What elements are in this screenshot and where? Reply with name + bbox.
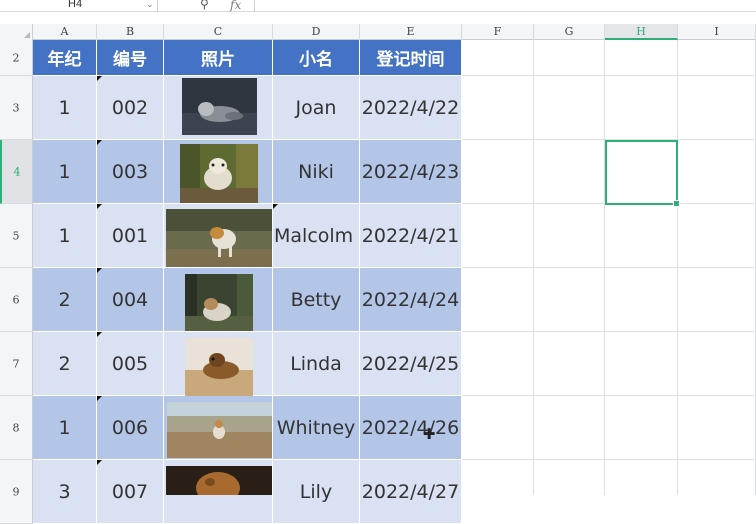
header-name[interactable]: 小名 (273, 40, 360, 76)
row-header-4[interactable]: 4 (0, 140, 33, 204)
comment-marker (97, 140, 102, 145)
cell-name[interactable]: Malcolm (273, 204, 360, 268)
cell-name[interactable]: Whitney (273, 396, 360, 460)
cell-grade[interactable]: 2 (33, 268, 97, 332)
row-header-7[interactable]: 7 (0, 332, 33, 396)
cell-select-cursor-icon: ✚ (422, 426, 436, 443)
cell-grade[interactable]: 1 (33, 140, 97, 204)
comment-marker (97, 460, 102, 465)
row-header-6[interactable]: 6 (0, 268, 33, 332)
column-header-g[interactable]: G (534, 24, 605, 40)
dog-photo-whitney[interactable] (167, 402, 272, 458)
row-header-8[interactable]: 8 (0, 396, 33, 460)
column-header-i[interactable]: I (678, 24, 756, 40)
fx-label[interactable]: fx (230, 0, 241, 12)
row-header-9[interactable]: 9 (0, 460, 33, 524)
comment-marker (97, 332, 102, 337)
comment-marker (97, 396, 102, 401)
dog-photo-lily[interactable] (166, 466, 272, 495)
cell-grade[interactable]: 3 (33, 460, 97, 524)
fill-handle[interactable] (673, 200, 680, 207)
column-header-b[interactable]: B (97, 24, 164, 40)
column-header-e[interactable]: E (360, 24, 462, 40)
dog-photo-joan[interactable] (182, 78, 257, 135)
active-cell-selection[interactable] (605, 140, 680, 207)
cell-id[interactable]: 005 (97, 332, 164, 396)
column-header-h[interactable]: H (605, 24, 678, 40)
cell-id[interactable]: 006 (97, 396, 164, 460)
dog-photo-linda[interactable] (185, 338, 253, 396)
cell-date[interactable]: 2022/4/23 (360, 140, 462, 204)
dog-photo-niki[interactable] (180, 144, 258, 203)
header-photo[interactable]: 照片 (164, 40, 273, 76)
cell-name[interactable]: Niki (273, 140, 360, 204)
cell-grade[interactable]: 1 (33, 76, 97, 140)
magnifier-icon[interactable]: ⚲ (200, 0, 216, 11)
row-header-3[interactable]: 3 (0, 76, 33, 140)
row-header-2[interactable]: 2 (0, 40, 33, 76)
cell-date[interactable]: 2022/4/24 (360, 268, 462, 332)
cell-date[interactable]: 2022/4/22 (360, 76, 462, 140)
column-header-c[interactable]: C (164, 24, 273, 40)
cell-id[interactable]: 002 (97, 76, 164, 140)
cell-date[interactable]: 2022/4/21 (360, 204, 462, 268)
dog-photo-malcolm[interactable] (166, 209, 272, 267)
cell-id[interactable]: 001 (97, 204, 164, 268)
comment-marker (97, 268, 102, 273)
cell-grade[interactable]: 2 (33, 332, 97, 396)
header-id[interactable]: 编号 (97, 40, 164, 76)
chevron-down-icon[interactable]: ⌄ (146, 0, 154, 9)
select-all-corner[interactable] (0, 24, 33, 40)
name-box[interactable]: H4 ⌄ (0, 0, 158, 12)
formula-input[interactable] (254, 0, 756, 12)
row-header-5[interactable]: 5 (0, 204, 33, 268)
cell-date[interactable]: 2022/4/27 (360, 460, 462, 524)
comment-marker (97, 204, 102, 209)
cell-date[interactable]: 2022/4/26 (360, 396, 462, 460)
header-grade[interactable]: 年纪 (33, 40, 97, 76)
cell-name[interactable]: Lily (273, 460, 360, 524)
comment-marker (273, 204, 278, 209)
column-header-d[interactable]: D (273, 24, 360, 40)
header-date[interactable]: 登记时间 (360, 40, 462, 76)
column-header-f[interactable]: F (462, 24, 534, 40)
cell-id[interactable]: 003 (97, 140, 164, 204)
comment-marker (97, 76, 102, 81)
cell-name[interactable]: Joan (273, 76, 360, 140)
cell-date[interactable]: 2022/4/25 (360, 332, 462, 396)
dog-photo-betty[interactable] (185, 274, 253, 331)
name-box-value: H4 (68, 0, 83, 10)
cell-grade[interactable]: 1 (33, 204, 97, 268)
column-header-a[interactable]: A (33, 24, 97, 40)
cell-id[interactable]: 007 (97, 460, 164, 524)
cell-grade[interactable]: 1 (33, 396, 97, 460)
cell-name[interactable]: Linda (273, 332, 360, 396)
cell-id[interactable]: 004 (97, 268, 164, 332)
cell-name[interactable]: Betty (273, 268, 360, 332)
